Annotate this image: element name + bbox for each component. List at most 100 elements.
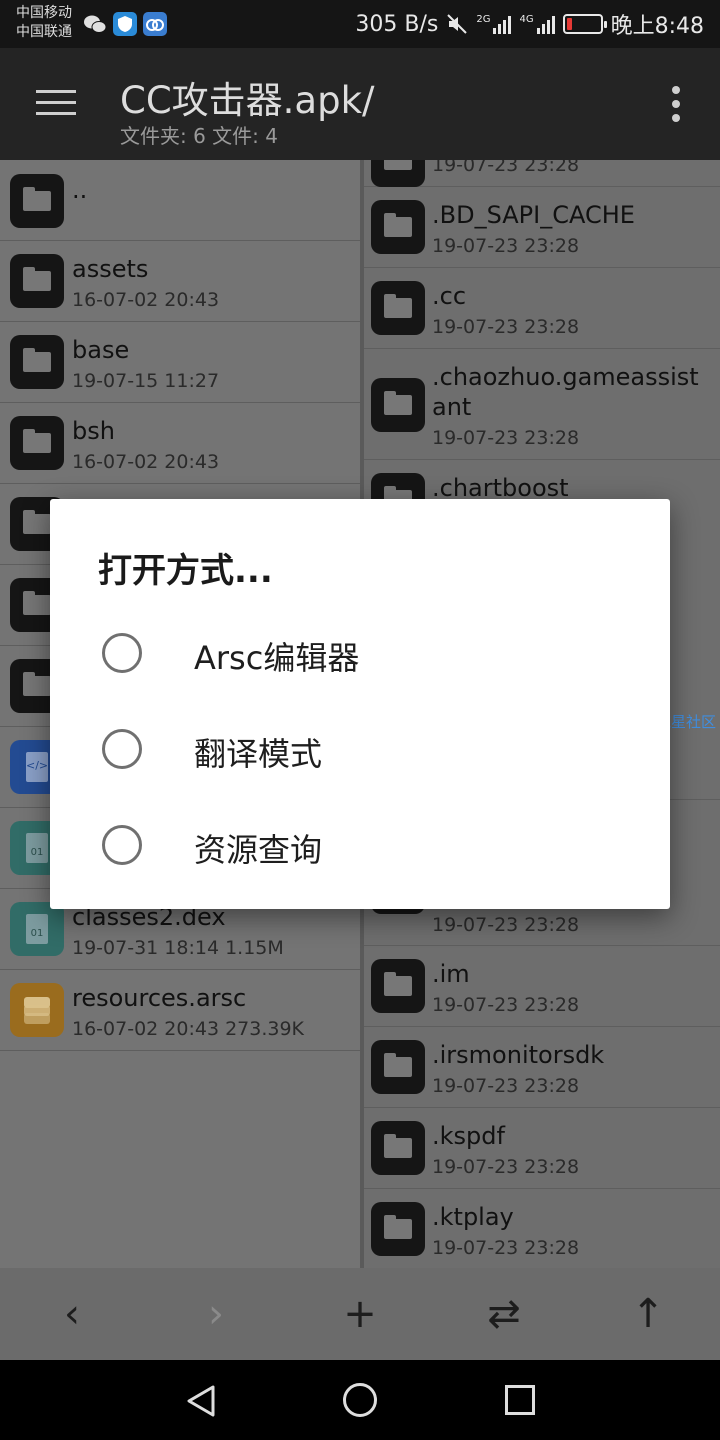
carrier-info: 中国移动 中国联通 <box>16 4 72 42</box>
folder-icon <box>371 378 425 432</box>
dex-file-icon: 01 <box>10 902 64 956</box>
item-name: resources.arsc <box>72 984 247 1012</box>
item-meta: 16-07-02 20:43 <box>72 289 220 311</box>
signal-2-icon: 4G <box>519 14 555 34</box>
item-meta: 19-07-23 23:28 <box>432 914 580 936</box>
folder-icon <box>10 335 64 389</box>
item-name: .chartboost <box>432 474 569 502</box>
list-item[interactable]: .im 19-07-23 23:28 <box>364 946 720 1027</box>
app-icon <box>143 12 167 36</box>
item-name: .chaozhuo.gameassist <box>432 363 699 391</box>
item-meta: 19-07-15 11:27 <box>72 370 220 392</box>
bottom-toolbar: ‹ › + ⇄ ↑ <box>0 1268 720 1360</box>
item-name: .cc <box>432 282 467 310</box>
status-right: 305 B/s 2G 4G 晚上8:48 <box>355 0 704 48</box>
radio-button[interactable] <box>102 729 142 769</box>
item-name: .BD_SAPI_CACHE <box>432 201 635 229</box>
folder-icon <box>371 1040 425 1094</box>
folder-file-count: 文件夹: 6 文件: 4 <box>120 124 278 148</box>
item-name: .. <box>72 176 88 204</box>
radio-button[interactable] <box>102 633 142 673</box>
layers-icon <box>10 983 64 1037</box>
item-name: bsh <box>72 417 115 445</box>
item-name: .kspdf <box>432 1122 505 1150</box>
signal-1-icon: 2G <box>476 14 512 34</box>
folder-icon <box>371 200 425 254</box>
list-item[interactable]: assets 16-07-02 20:43 <box>0 241 360 322</box>
signal-1-label: 2G <box>476 14 491 25</box>
folder-icon <box>10 416 64 470</box>
option-label: 资源查询 <box>194 831 323 869</box>
item-name: .im <box>432 960 470 988</box>
nav-home-icon[interactable] <box>343 1383 377 1417</box>
folder-icon <box>371 281 425 335</box>
item-meta: 19-07-23 23:28 <box>432 1075 580 1097</box>
folder-icon <box>10 174 64 228</box>
option-arsc-editor[interactable]: Arsc编辑器 <box>50 605 670 701</box>
more-options-icon[interactable] <box>672 86 680 122</box>
option-label: 翻译模式 <box>194 735 323 773</box>
xml-glyph: </> <box>26 752 48 782</box>
menu-icon[interactable] <box>36 90 76 118</box>
app-bar: CC攻击器.apk/ 文件夹: 6 文件: 4 <box>0 48 720 160</box>
list-item[interactable]: 19-07-23 23:28 <box>364 160 720 187</box>
item-meta: 19-07-23 23:28 <box>432 160 580 176</box>
item-name: assets <box>72 255 149 283</box>
carrier-2: 中国联通 <box>16 24 72 40</box>
option-resource-query[interactable]: 资源查询 <box>50 797 670 893</box>
forward-button[interactable]: › <box>186 1284 246 1344</box>
status-bar: 中国移动 中国联通 305 B/s 2G 4G 晚上8:48 <box>0 0 720 48</box>
item-meta: 19-07-23 23:28 <box>432 1156 580 1178</box>
mute-icon <box>447 14 468 34</box>
signal-2-label: 4G <box>519 14 534 25</box>
list-item[interactable]: .chaozhuo.gameassist ant 19-07-23 23:28 <box>364 349 720 460</box>
list-item[interactable]: .irsmonitorsdk 19-07-23 23:28 <box>364 1027 720 1108</box>
list-item[interactable]: base 19-07-15 11:27 <box>0 322 360 403</box>
parent-directory-button[interactable]: ↑ <box>618 1284 678 1344</box>
dialog-title: 打开方式... <box>98 551 273 591</box>
open-with-dialog: 打开方式... Arsc编辑器 翻译模式 资源查询 <box>50 499 670 909</box>
list-item[interactable]: .ktplay 19-07-23 23:28 <box>364 1189 720 1268</box>
page-title: CC攻击器.apk/ <box>120 79 375 122</box>
system-nav-bar <box>0 1360 720 1440</box>
list-item[interactable]: resources.arsc 16-07-02 20:43 273.39K <box>0 970 360 1051</box>
item-meta: 19-07-31 18:14 1.15M <box>72 937 284 959</box>
folder-icon <box>371 1121 425 1175</box>
radio-button[interactable] <box>102 825 142 865</box>
folder-icon <box>371 1202 425 1256</box>
list-item[interactable]: .cc 19-07-23 23:28 <box>364 268 720 349</box>
shield-icon <box>113 12 137 36</box>
back-button[interactable]: ‹ <box>42 1284 102 1344</box>
option-translate-mode[interactable]: 翻译模式 <box>50 701 670 797</box>
dex-glyph: 01 <box>26 833 48 863</box>
option-label: Arsc编辑器 <box>194 639 360 677</box>
nav-back-icon[interactable] <box>186 1384 216 1418</box>
list-item[interactable]: .. <box>0 160 360 241</box>
folder-icon <box>371 160 425 187</box>
swap-panes-button[interactable]: ⇄ <box>474 1284 534 1344</box>
item-meta: 19-07-23 23:28 <box>432 1237 580 1259</box>
item-meta: 19-07-23 23:28 <box>432 316 580 338</box>
item-meta: 16-07-02 20:43 <box>72 451 220 473</box>
item-meta: 16-07-02 20:43 273.39K <box>72 1018 305 1040</box>
list-item[interactable]: bsh 16-07-02 20:43 <box>0 403 360 484</box>
item-meta: 19-07-23 23:28 <box>432 994 580 1016</box>
add-button[interactable]: + <box>330 1284 390 1344</box>
folder-icon <box>371 959 425 1013</box>
list-item[interactable]: .BD_SAPI_CACHE 19-07-23 23:28 <box>364 187 720 268</box>
carrier-1: 中国移动 <box>16 5 72 21</box>
item-name: .irsmonitorsdk <box>432 1041 605 1069</box>
network-speed: 305 B/s <box>355 11 439 37</box>
battery-low-icon <box>562 14 607 34</box>
dex-glyph: 01 <box>26 914 48 944</box>
nav-recents-icon[interactable] <box>505 1385 535 1415</box>
item-name: .ktplay <box>432 1203 514 1231</box>
folder-icon <box>10 254 64 308</box>
item-name: base <box>72 336 130 364</box>
item-meta: 19-07-23 23:28 <box>432 427 580 449</box>
item-meta: 19-07-23 23:28 <box>432 235 580 257</box>
wechat-icon <box>84 15 107 33</box>
clock: 晚上8:48 <box>610 14 704 39</box>
list-item[interactable]: .kspdf 19-07-23 23:28 <box>364 1108 720 1189</box>
item-name-wrap: ant <box>432 393 472 421</box>
